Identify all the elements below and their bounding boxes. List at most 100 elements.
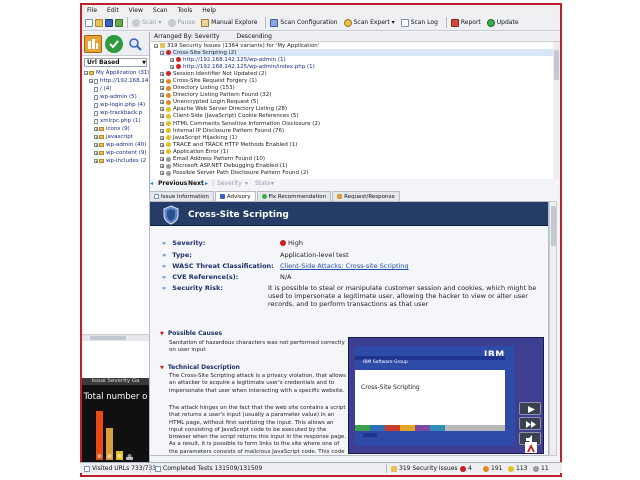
url-tree-node[interactable]: wp-trackback.p — [82, 109, 149, 117]
tab-issue-information[interactable]: Issue Information — [149, 191, 214, 201]
scan-button[interactable]: Scan ▾ — [131, 18, 162, 27]
url-tree-node[interactable]: / (4) — [82, 85, 149, 93]
save-icon[interactable] — [105, 18, 113, 27]
advisory-scrollbar[interactable] — [549, 201, 557, 456]
tab-request-response[interactable]: Request/Response — [332, 191, 400, 201]
url-tree-node[interactable]: − http://192.168.142 — [82, 77, 149, 85]
url-tree-node[interactable]: + icons (9) — [82, 125, 149, 133]
expand-icon[interactable]: + — [160, 171, 164, 176]
expand-icon[interactable]: + — [94, 143, 98, 148]
menu-edit[interactable]: Edit — [102, 7, 124, 14]
issue-type-item[interactable]: + Cross-Site Request Forgery (1) — [160, 77, 553, 84]
expand-icon[interactable]: + — [160, 142, 164, 147]
arranged-by-label[interactable]: Arranged By: Severity — [154, 33, 220, 40]
issue-type-item[interactable]: − Cross-Site Scripting (2) — [160, 49, 553, 57]
horizontal-scrollbar[interactable] — [82, 334, 149, 341]
expand-icon[interactable]: + — [160, 128, 164, 133]
expand-icon[interactable]: + — [160, 100, 164, 105]
expand-icon[interactable]: + — [160, 149, 164, 154]
expand-icon[interactable]: + — [94, 159, 98, 164]
open-icon[interactable] — [95, 18, 103, 27]
scan-configuration-button[interactable]: Scan Configuration — [269, 18, 338, 27]
issue-type-item[interactable]: + Possible Server Path Disclosure Pattern… — [160, 170, 553, 177]
report-button[interactable]: Report — [450, 18, 481, 27]
issue-type-item[interactable]: + JavaScript Hijacking (1) — [160, 134, 553, 141]
possible-causes-heading[interactable]: ▼ Possible Causes — [160, 330, 222, 337]
expand-icon[interactable]: + — [170, 64, 174, 69]
expand-icon[interactable]: + — [170, 57, 174, 62]
url-tree-node[interactable]: xmlrpc.php (1) — [82, 117, 149, 125]
expand-icon[interactable]: + — [94, 127, 98, 132]
issue-type-item[interactable]: + Directory Listing Pattern Found (32) — [160, 92, 553, 99]
expand-icon[interactable]: + — [160, 164, 164, 169]
url-tree-node[interactable]: + wp-admin (40) — [82, 141, 149, 149]
url-tree-node[interactable]: − My Application (319) — [82, 69, 149, 77]
state-dropdown[interactable]: State — [255, 180, 271, 187]
export-icon[interactable] — [115, 18, 123, 27]
update-button[interactable]: Update — [486, 18, 519, 27]
url-tree-node[interactable]: + wp-content (9) — [82, 149, 149, 157]
expand-icon[interactable]: + — [160, 93, 164, 98]
expand-icon[interactable]: + — [94, 151, 98, 156]
issue-type-item[interactable]: + TRACE and TRACK HTTP Methods Enabled (1… — [160, 141, 553, 148]
menu-view[interactable]: View — [124, 7, 148, 14]
collapse-icon[interactable]: − — [89, 79, 93, 84]
scan-expert-button[interactable]: Scan Expert ▾ — [343, 18, 395, 27]
scan-log-button[interactable]: Scan Log — [400, 18, 438, 27]
issue-type-item[interactable]: + Session Identifier Not Updated (2) — [160, 70, 553, 77]
issue-url-item[interactable]: + http://192.168.142.125/wp-admin (1) — [160, 56, 553, 63]
issue-type-item[interactable]: + Application Error (1) — [160, 148, 553, 155]
menu-help[interactable]: Help — [197, 7, 221, 14]
collapse-icon[interactable]: − — [160, 50, 164, 55]
next-button[interactable]: Next — [188, 180, 204, 187]
training-video[interactable]: IBM IBM Software Group Cross-Site Script… — [348, 337, 544, 454]
scrollbar-thumb[interactable] — [551, 206, 556, 246]
issue-type-item[interactable]: + Unencrypted Login Request (5) — [160, 99, 553, 106]
issue-type-item[interactable]: + Internal IP Disclosure Pattern Found (7… — [160, 127, 553, 134]
technical-description-heading[interactable]: ▼ Technical Description — [160, 364, 240, 371]
issue-type-item[interactable]: + Client-Side (JavaScript) Cookie Referen… — [160, 113, 553, 120]
expand-icon[interactable]: + — [160, 135, 164, 140]
scrollbar-thumb[interactable] — [90, 336, 126, 340]
issues-view-button[interactable] — [126, 35, 144, 53]
video-play-button[interactable] — [519, 402, 541, 415]
expand-icon[interactable]: + — [160, 86, 164, 91]
url-tree-node[interactable]: wp-login.php (4) — [82, 101, 149, 109]
menu-scan[interactable]: Scan — [148, 7, 173, 14]
tab-fix-recommendation[interactable]: Fix Recommendation — [256, 191, 332, 201]
expand-icon[interactable]: + — [160, 79, 164, 84]
pause-button[interactable]: Pause — [167, 18, 195, 27]
data-view-button[interactable] — [84, 34, 102, 53]
url-tree-node[interactable]: + wp-includes (2 — [82, 157, 149, 165]
issue-type-item[interactable]: + Directory Listing (153) — [160, 85, 553, 92]
issue-tree-scrollbar[interactable] — [553, 42, 560, 179]
url-tree-node[interactable]: + javascript — [82, 133, 149, 141]
expand-icon[interactable]: + — [94, 135, 98, 140]
expand-icon[interactable]: + — [160, 157, 164, 162]
issue-type-item[interactable]: + Apache Web Server Directory Listing (28… — [160, 106, 553, 113]
collapse-icon[interactable]: − — [154, 43, 158, 48]
url-based-dropdown[interactable]: Url Based ▼ — [84, 58, 147, 67]
previous-button[interactable]: Previous — [158, 180, 187, 187]
new-icon[interactable] — [85, 18, 93, 27]
url-tree-node[interactable]: wp-admin (5) — [82, 93, 149, 101]
issue-type-item[interactable]: + Email Address Pattern Found (10) — [160, 156, 553, 163]
remediation-view-button[interactable] — [105, 34, 123, 53]
menu-file[interactable]: File — [82, 7, 102, 14]
menu-tools[interactable]: Tools — [173, 7, 198, 14]
manual-explore-button[interactable]: Manual Explore — [200, 18, 257, 27]
sort-order-label[interactable]: Descending — [237, 33, 272, 40]
expand-icon[interactable]: + — [160, 121, 164, 126]
issue-type-item[interactable]: + Microsoft ASP.NET Debugging Enabled (1) — [160, 163, 553, 170]
video-next-button[interactable] — [519, 417, 541, 430]
severity-dropdown[interactable]: Severity — [217, 180, 242, 187]
issue-type-item[interactable]: + HTML Comments Sensitive Information Dis… — [160, 120, 553, 127]
collapse-icon[interactable]: − — [84, 71, 88, 76]
expand-icon[interactable]: + — [160, 107, 164, 112]
wasc-link[interactable]: Client-Side Attacks: Cross-site Scriptin… — [280, 262, 409, 270]
issue-url-item[interactable]: + http://192.168.142.125/wp-admin/index.p… — [160, 63, 553, 70]
expand-icon[interactable]: + — [160, 71, 164, 76]
tab-advisory[interactable]: Advisory — [214, 191, 256, 201]
expand-icon[interactable]: + — [160, 114, 164, 119]
scrollbar-thumb[interactable] — [554, 50, 559, 80]
